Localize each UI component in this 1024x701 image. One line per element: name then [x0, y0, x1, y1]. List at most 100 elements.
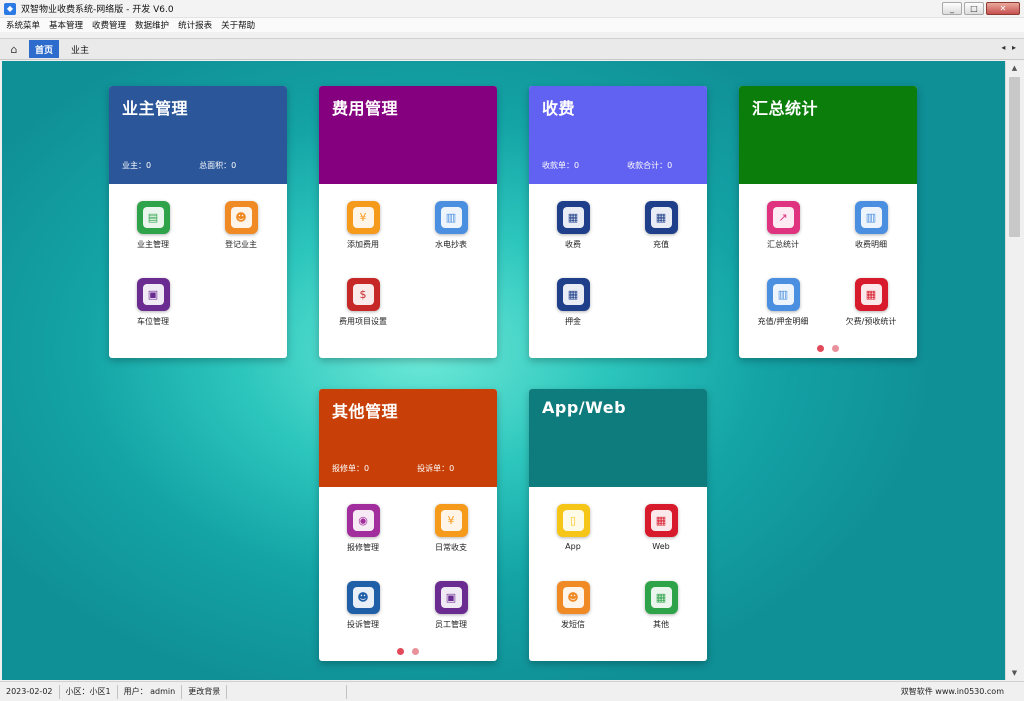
pager-dot-1[interactable]	[817, 345, 824, 352]
tab-home[interactable]: 首页	[29, 40, 60, 58]
tile-glyph: ▦	[650, 510, 672, 531]
tile-arrears[interactable]: ▦ 欠费/预收统计	[836, 278, 906, 327]
web-icon: ▦	[644, 504, 678, 537]
tile-glyph: ☻	[230, 207, 252, 228]
card-other-body: ◉ 报修管理 ¥ 日常收支 ☻ 投诉管理 ▣ 员工管理	[319, 487, 497, 661]
tile-repair[interactable]: ◉ 报修管理	[328, 504, 398, 553]
pager-dot-2[interactable]	[832, 345, 839, 352]
card-fee: 费用管理 ¥ 添加费用 ▥ 水电抄表 $ 费用项目设置	[319, 86, 497, 358]
maximize-button[interactable]: □	[964, 2, 984, 15]
menu-bar: 系统菜单 基本管理 收费管理 数据维护 统计报表 关于帮助	[0, 18, 1024, 32]
card-owner-body: ▤ 业主管理 ☻ 登记业主 ▣ 车位管理	[109, 184, 287, 358]
status-user: 用户： admin	[118, 684, 183, 699]
tile-glyph: ▦	[562, 207, 584, 228]
tile-label: 投诉管理	[347, 620, 379, 629]
meter-icon: ▥	[434, 201, 468, 234]
card-stats: 报修单：0 投诉单：0	[332, 463, 454, 474]
scroll-thumb[interactable]	[1009, 77, 1020, 237]
complaint-icon: ☻	[346, 581, 380, 614]
tile-app[interactable]: ▯ App	[538, 504, 608, 551]
tile-recharge[interactable]: ▦ 充值	[626, 201, 696, 250]
tile-summary[interactable]: ↗ 汇总统计	[748, 201, 818, 250]
summary-chart-icon: ↗	[766, 201, 800, 234]
menu-system[interactable]: 系统菜单	[6, 19, 40, 31]
tab-owner[interactable]: 业主	[65, 40, 95, 58]
tile-label: 其他	[653, 620, 669, 629]
tab-bar: ⌂ 首页 业主 ◂ ▸	[0, 38, 1024, 60]
tile-sms[interactable]: ☻ 发短信	[538, 581, 608, 630]
menu-charge[interactable]: 收费管理	[92, 19, 126, 31]
tile-meter[interactable]: ▥ 水电抄表	[416, 201, 486, 250]
owner-list-icon: ▤	[136, 201, 170, 234]
menu-data[interactable]: 数据维护	[135, 19, 169, 31]
sms-icon: ☻	[556, 581, 590, 614]
change-background-button[interactable]: 更改背景	[182, 684, 228, 699]
window-controls: _ □ ✕	[942, 2, 1020, 15]
daily-finance-icon: ¥	[434, 504, 468, 537]
tile-glyph: ▤	[142, 207, 164, 228]
tile-daily-finance[interactable]: ¥ 日常收支	[416, 504, 486, 553]
vertical-scrollbar[interactable]: ▲ ▼	[1005, 61, 1022, 680]
pager-dots	[739, 345, 917, 352]
tile-glyph: ☻	[562, 587, 584, 608]
card-owner: 业主管理 业主：0 总面积：0 ▤ 业主管理 ☻ 登记业主 ▣ 车位管理	[109, 86, 287, 358]
tile-web[interactable]: ▦ Web	[626, 504, 696, 551]
tile-glyph: ▦	[650, 587, 672, 608]
status-bar: 2023-02-02 小区：小区1 用户： admin 更改背景 双智软件 ww…	[0, 681, 1024, 701]
tile-charge-detail[interactable]: ▥ 收费明细	[836, 201, 906, 250]
receipt-total: 收款合计：0	[627, 161, 673, 170]
menu-help[interactable]: 关于帮助	[221, 19, 255, 31]
tile-add-fee[interactable]: ¥ 添加费用	[328, 201, 398, 250]
pager-dot-2[interactable]	[412, 648, 419, 655]
status-community: 小区：小区1	[60, 684, 118, 699]
card-charge: 收费 收款单：0 收款合计：0 ▦ 收费 ▦ 充值 ▦ 押金	[529, 86, 707, 358]
card-other-header: 其他管理 报修单：0 投诉单：0	[319, 389, 497, 487]
staff-icon: ▣	[434, 581, 468, 614]
card-appweb-header: App/Web	[529, 389, 707, 487]
close-button[interactable]: ✕	[986, 2, 1020, 15]
tile-register-owner[interactable]: ☻ 登记业主	[206, 201, 276, 250]
tile-charge[interactable]: ▦ 收费	[538, 201, 608, 250]
menu-basic[interactable]: 基本管理	[49, 19, 83, 31]
tile-label: 汇总统计	[767, 240, 799, 249]
other-grid-icon: ▦	[644, 581, 678, 614]
tile-deposit-detail[interactable]: ▥ 充值/押金明细	[748, 278, 818, 327]
scroll-up-icon[interactable]: ▲	[1006, 61, 1023, 75]
scroll-down-icon[interactable]: ▼	[1006, 666, 1023, 680]
tile-glyph: ¥	[352, 207, 374, 228]
card-stats: 收款单：0 收款合计：0	[542, 160, 672, 171]
tile-glyph: ▯	[562, 510, 584, 531]
home-icon[interactable]: ⌂	[5, 40, 23, 58]
pager-dot-1[interactable]	[397, 648, 404, 655]
tile-glyph: ▦	[562, 284, 584, 305]
tile-label: 欠费/预收统计	[845, 317, 897, 326]
status-empty	[227, 684, 348, 699]
card-appweb-body: ▯ App ▦ Web ☻ 发短信 ▦ 其他	[529, 487, 707, 661]
menu-reports[interactable]: 统计报表	[178, 19, 212, 31]
minimize-button[interactable]: _	[942, 2, 962, 15]
tile-label: 水电抄表	[435, 240, 467, 249]
tile-glyph: ▦	[860, 284, 882, 305]
tile-staff[interactable]: ▣ 员工管理	[416, 581, 486, 630]
tile-deposit[interactable]: ▦ 押金	[538, 278, 608, 327]
tile-complaint[interactable]: ☻ 投诉管理	[328, 581, 398, 630]
card-owner-header: 业主管理 业主：0 总面积：0	[109, 86, 287, 184]
tile-glyph: ¥	[440, 510, 462, 531]
window-title: 双智物业收费系统-网络版 - 开发 V6.0	[21, 5, 174, 15]
tile-parking[interactable]: ▣ 车位管理	[118, 278, 188, 327]
register-owner-icon: ☻	[224, 201, 258, 234]
tile-label: 充值/押金明细	[757, 317, 809, 326]
tile-glyph: ▦	[650, 207, 672, 228]
tab-scroll-arrows-icon[interactable]: ◂ ▸	[1001, 43, 1018, 52]
tile-fee-settings[interactable]: $ 费用项目设置	[328, 278, 398, 327]
tile-label: 业主管理	[137, 240, 169, 249]
app-logo-icon: ◆	[4, 2, 16, 15]
tile-owner-manage[interactable]: ▤ 业主管理	[118, 201, 188, 250]
complaint-count: 投诉单：0	[417, 464, 455, 473]
card-summary-header: 汇总统计	[739, 86, 917, 184]
tile-label: 日常收支	[435, 543, 467, 552]
tile-other[interactable]: ▦ 其他	[626, 581, 696, 630]
tile-label: 押金	[565, 317, 581, 326]
tile-label: Web	[652, 542, 670, 551]
title-bar: ◆ 双智物业收费系统-网络版 - 开发 V6.0 _ □ ✕	[0, 0, 1024, 18]
